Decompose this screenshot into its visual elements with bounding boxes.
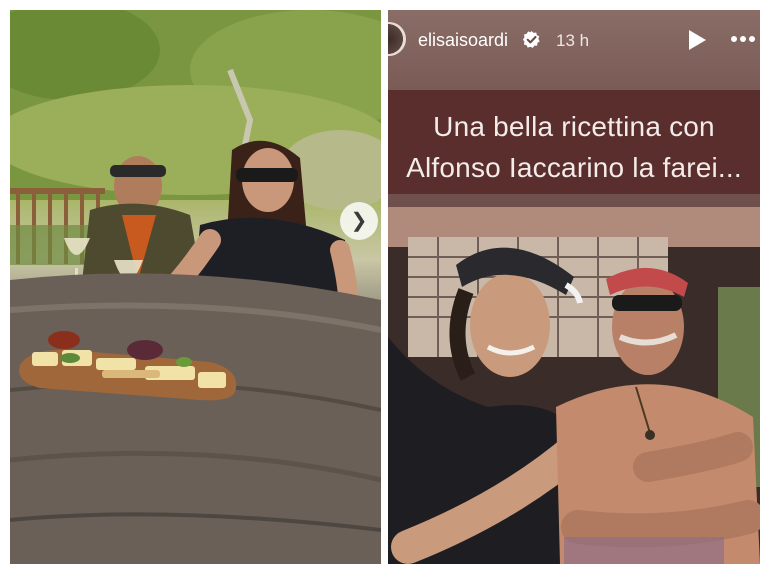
next-image-button[interactable]: ❯ [340, 202, 378, 240]
story-caption-line-2: Alfonso Iaccarino la farei... [406, 152, 742, 183]
story-photo [388, 207, 760, 564]
story-timestamp: 13 h [556, 31, 590, 50]
post-photo: ❯ [10, 10, 381, 564]
play-icon[interactable] [686, 28, 708, 52]
verified-badge-icon [522, 30, 540, 48]
story-caption-line-1: Una bella ricettina con [433, 111, 715, 142]
avatar[interactable] [388, 22, 406, 56]
chevron-right-icon: ❯ [350, 210, 368, 232]
story-username[interactable]: elisaisoardi [418, 30, 508, 51]
story-photo-illustration [388, 207, 760, 564]
story-panel: elisaisoardi 13 h Una bella ricettina co… [388, 10, 760, 564]
post-photo-illustration [10, 10, 381, 564]
more-options-icon[interactable] [731, 34, 755, 44]
story-header: elisaisoardi 13 h [388, 10, 760, 68]
